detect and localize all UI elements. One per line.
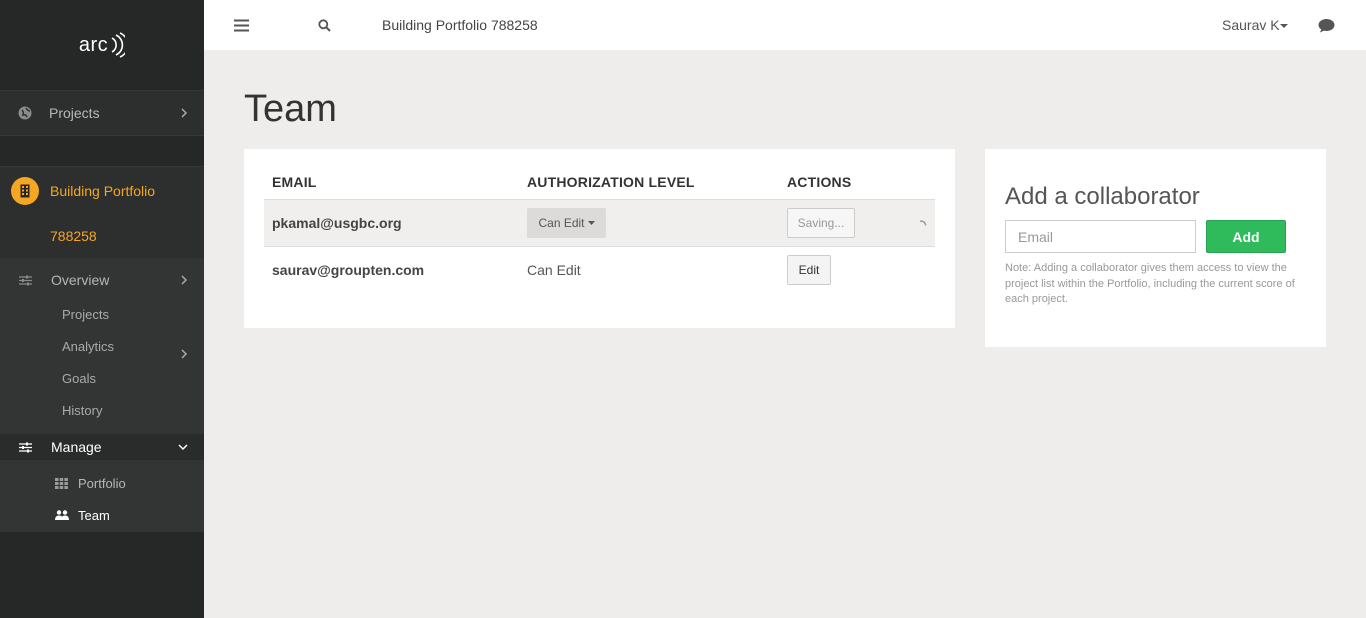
sidebar-item-label: Manage [51, 439, 102, 455]
sidebar-item-projects[interactable]: Projects [0, 90, 204, 136]
portfolio-header[interactable]: Building Portfolio 788258 [0, 166, 204, 258]
sidebar-subitem-analytics[interactable]: Analytics [0, 338, 204, 362]
portfolio-id: 788258 [50, 228, 97, 244]
member-email: pkamal@usgbc.org [272, 215, 402, 231]
sidebar-item-label: Analytics [62, 339, 115, 354]
dropdown-label: Can Edit [538, 216, 585, 230]
authorization-dropdown[interactable]: Can Edit [527, 208, 606, 238]
sidebar-item-overview[interactable]: Overview [0, 268, 204, 292]
column-header-email: EMAIL [272, 174, 317, 190]
collaborator-note: Note: Adding a collaborator gives them a… [1005, 262, 1295, 305]
collaborator-title: Add a collaborator [1005, 183, 1200, 210]
portfolio-title: Building Portfolio [50, 183, 156, 199]
hamburger-menu-icon[interactable] [234, 19, 249, 32]
sidebar-item-manage[interactable]: Manage [0, 434, 204, 460]
building-icon [11, 177, 39, 205]
sidebar-item-label: Projects [49, 105, 100, 121]
user-menu[interactable]: Saurav K [1222, 0, 1292, 50]
sidebar-subitem-goals[interactable]: Goals [62, 371, 96, 386]
edit-button[interactable]: Edit [787, 255, 831, 285]
add-button[interactable]: Add [1206, 220, 1286, 253]
globe-icon [18, 106, 32, 120]
column-header-authorization: AUTHORIZATION LEVEL [527, 174, 695, 190]
chevron-right-icon [181, 275, 188, 285]
sidebar-subitem-portfolio[interactable]: Portfolio [0, 472, 204, 494]
saving-button[interactable]: Saving... [787, 208, 855, 238]
sidebar-item-label: Portfolio [78, 475, 126, 491]
sidebar-item-label: Overview [51, 272, 110, 288]
caret-down-icon [587, 221, 595, 225]
sidebar-subitem-projects[interactable]: Projects [62, 307, 109, 322]
chevron-right-icon [181, 108, 188, 118]
page-title: Team [244, 88, 337, 130]
chevron-down-icon [178, 444, 188, 451]
add-collaborator-card: Add a collaborator Add Note: Adding a co… [985, 149, 1326, 347]
sidebar-subitem-team[interactable]: Team [0, 504, 204, 526]
column-header-actions: ACTIONS [787, 174, 852, 190]
sliders-icon [19, 275, 32, 285]
chat-icon[interactable] [1318, 18, 1335, 33]
breadcrumb-title: Building Portfolio 788258 [382, 17, 538, 33]
spinner-icon [919, 220, 927, 226]
edit-label: Edit [798, 263, 820, 277]
grid-icon [55, 477, 68, 489]
member-level: Can Edit [527, 262, 581, 278]
team-table-card: EMAIL AUTHORIZATION LEVEL ACTIONS pkamal… [244, 149, 955, 328]
member-email: saurav@groupten.com [272, 262, 425, 278]
table-row: pkamal@usgbc.org Can Edit Saving... [264, 199, 935, 247]
sidebar: arc Projects Building Portfolio 788258 O… [0, 0, 204, 618]
search-icon[interactable] [318, 19, 331, 32]
portfolio-menu: Overview Projects Analytics Goals Histor… [0, 258, 204, 532]
sidebar-subitem-history[interactable]: History [62, 403, 102, 418]
signal-icon [111, 32, 126, 58]
email-input[interactable] [1005, 220, 1196, 253]
user-name: Saurav K [1222, 17, 1280, 33]
sidebar-item-label: Team [78, 507, 110, 523]
top-bar: Building Portfolio 788258 Saurav K [204, 0, 1366, 50]
arc-logo[interactable]: arc [0, 0, 204, 90]
add-label: Add [1232, 228, 1260, 245]
saving-label: Saving... [797, 216, 845, 230]
caret-down-icon [1280, 24, 1288, 28]
logo-text: arc [78, 33, 109, 56]
chevron-right-icon [181, 349, 188, 359]
sliders-icon [19, 442, 32, 452]
users-icon [55, 509, 69, 520]
